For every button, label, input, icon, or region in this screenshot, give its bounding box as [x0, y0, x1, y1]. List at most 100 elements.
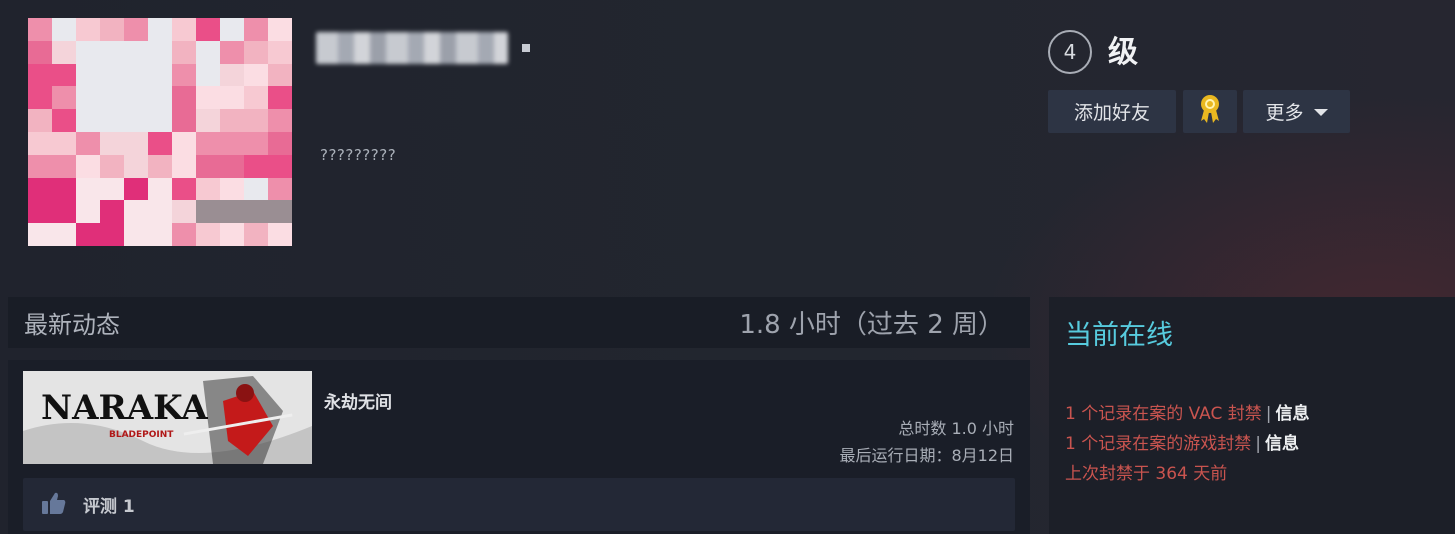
avatar-pixel: [172, 177, 196, 201]
profile-name-dot: [522, 44, 530, 52]
game-ban-line: 1 个记录在案的游戏封禁 | 信息: [1065, 429, 1299, 454]
avatar-pixel: [28, 40, 52, 64]
avatar-pixel: [124, 86, 148, 110]
avatar-pixel: [172, 131, 196, 155]
avatar-pixel: [244, 223, 268, 246]
avatar-pixel: [148, 63, 172, 87]
avatar-pixel: [148, 223, 172, 246]
avatar-pixel: [220, 154, 244, 178]
avatar-pixel: [124, 131, 148, 155]
capsule-subtitle: BLADEPOINT: [109, 430, 174, 440]
avatar-pixel: [52, 177, 76, 201]
avatar-pixel: [220, 63, 244, 87]
avatar-pixel: [124, 154, 148, 178]
avatar-pixel: [268, 177, 292, 201]
game-capsule-image[interactable]: NARAKA BLADEPOINT: [23, 371, 312, 464]
avatar-pixel: [52, 131, 76, 155]
profile-name-obscured: [316, 32, 508, 64]
vac-ban-info-link[interactable]: 信息: [1276, 404, 1310, 424]
avatar-pixel: [124, 63, 148, 87]
avatar-pixel: [172, 154, 196, 178]
avatar-pixel: [268, 200, 292, 224]
avatar-pixel: [172, 63, 196, 87]
review-count-label: 评测 1: [83, 497, 135, 517]
avatar-pixel: [244, 86, 268, 110]
vac-ban-text: 1 个记录在案的 VAC 封禁: [1065, 404, 1262, 424]
avatar-pixel: [172, 109, 196, 132]
avatar-pixel: [220, 18, 244, 41]
avatar-pixel: [52, 40, 76, 64]
avatar-pixel: [268, 131, 292, 155]
avatar-pixel: [124, 200, 148, 224]
add-friend-button[interactable]: 添加好友: [1048, 90, 1176, 133]
avatar-pixel: [76, 18, 100, 41]
avatar-pixel: [220, 40, 244, 64]
level-label: 级: [1108, 35, 1138, 70]
avatar-pixel: [244, 109, 268, 132]
chevron-down-icon: [1313, 109, 1328, 116]
thumbs-up-icon: [41, 491, 67, 519]
avatar-pixel: [76, 200, 100, 224]
avatar-pixel: [28, 109, 52, 132]
avatar-pixel: [52, 109, 76, 132]
avatar-pixel: [196, 131, 220, 155]
avatar-pixel: [100, 131, 124, 155]
avatar-pixel: [52, 200, 76, 224]
vac-ban-separator: |: [1265, 404, 1272, 424]
avatar-pixel: [220, 223, 244, 246]
game-ban-text: 1 个记录在案的游戏封禁: [1065, 434, 1252, 454]
avatar-pixel: [148, 86, 172, 110]
avatar-pixel: [28, 200, 52, 224]
game-ban-info-link[interactable]: 信息: [1265, 434, 1299, 454]
avatar-pixel: [148, 109, 172, 132]
more-button-label: 更多: [1265, 102, 1304, 124]
avatar-pixel: [52, 63, 76, 87]
avatar-pixel: [124, 109, 148, 132]
award-button[interactable]: [1183, 90, 1237, 133]
avatar-pixel: [220, 200, 244, 224]
avatar-pixel: [244, 63, 268, 87]
more-button[interactable]: 更多: [1243, 90, 1350, 133]
profile-summary: ?????????: [320, 146, 397, 164]
avatar-pixel: [76, 40, 100, 64]
profile-avatar[interactable]: [28, 18, 292, 246]
game-last-played: 最后运行日期：8月12日: [839, 446, 1014, 465]
last-ban-line: 上次封禁于 364 天前: [1065, 464, 1228, 484]
level-badge[interactable]: 4: [1048, 30, 1092, 74]
avatar-pixel: [196, 109, 220, 132]
avatar-pixel: [196, 86, 220, 110]
avatar-pixel: [124, 40, 148, 64]
game-ban-separator: |: [1255, 434, 1261, 454]
game-name[interactable]: 永劫无间: [324, 388, 392, 413]
avatar-pixel: [52, 86, 76, 110]
game-activity-card: NARAKA BLADEPOINT 永劫无间 总时数 1.0 小时 最后运行日期…: [8, 360, 1030, 534]
avatar-pixel: [28, 63, 52, 87]
avatar-pixel: [268, 154, 292, 178]
avatar-pixel: [268, 63, 292, 87]
avatar-pixel: [76, 223, 100, 246]
avatar-pixel: [76, 177, 100, 201]
avatar-pixel: [244, 200, 268, 224]
avatar-pixel: [100, 154, 124, 178]
avatar-pixel: [124, 18, 148, 41]
avatar-pixel: [76, 86, 100, 110]
avatar-pixel: [196, 40, 220, 64]
avatar-pixel: [100, 40, 124, 64]
avatar-pixel: [28, 177, 52, 201]
avatar-pixel: [196, 63, 220, 87]
avatar-pixel: [196, 200, 220, 224]
avatar-pixel: [196, 154, 220, 178]
avatar-pixel: [100, 109, 124, 132]
avatar-pixel: [172, 200, 196, 224]
avatar-pixel: [268, 40, 292, 64]
avatar-pixel: [28, 86, 52, 110]
avatar-pixel: [268, 86, 292, 110]
avatar-pixel: [172, 18, 196, 41]
avatar-pixel: [124, 223, 148, 246]
avatar-pixel: [52, 154, 76, 178]
avatar-pixel: [148, 40, 172, 64]
avatar-pixel: [100, 63, 124, 87]
game-review-bar[interactable]: 评测 1: [23, 478, 1015, 531]
avatar-pixel: [220, 109, 244, 132]
avatar-pixel: [76, 109, 100, 132]
